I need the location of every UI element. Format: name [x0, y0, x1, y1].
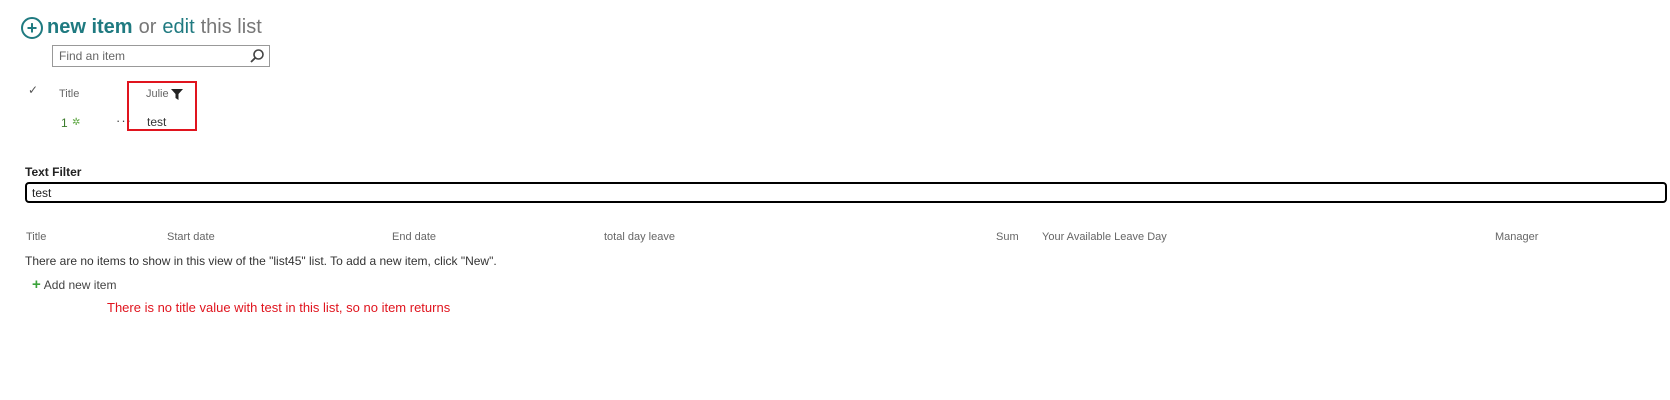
column-header-manager[interactable]: Manager [1495, 231, 1538, 243]
new-item-badge-icon: ✲ [72, 117, 81, 128]
column-header-available-leave[interactable]: Your Available Leave Day [1042, 231, 1167, 243]
text-filter-label: Text Filter [25, 165, 82, 179]
search-input[interactable] [53, 49, 248, 63]
column-header-title[interactable]: Title [59, 88, 79, 100]
add-new-item-label: Add new item [43, 278, 117, 292]
column-header-sum[interactable]: Sum [996, 231, 1019, 243]
select-all-checkmark[interactable]: ✓ [28, 83, 38, 97]
add-plus-icon: + [32, 276, 41, 293]
add-circle-icon[interactable]: + [21, 16, 43, 39]
highlight-box [127, 81, 197, 131]
new-item-bar: + new item or edit this list [21, 16, 262, 39]
search-box [52, 45, 270, 67]
or-text: or [138, 16, 157, 38]
new-item-link[interactable]: new item [47, 16, 133, 39]
annotation-note: There is no title value with test in thi… [107, 300, 451, 315]
text-filter-input[interactable] [27, 184, 1665, 202]
this-list-text: this list [200, 16, 262, 38]
add-new-item-link[interactable]: + Add new item [32, 276, 117, 293]
text-filter-box [25, 182, 1667, 203]
column-header-title-2[interactable]: Title [26, 231, 46, 243]
empty-list-message: There are no items to show in this view … [25, 254, 497, 268]
search-icon[interactable] [248, 47, 266, 65]
column-header-end-date[interactable]: End date [392, 231, 436, 243]
row-title-link[interactable]: 1 [61, 116, 68, 130]
column-header-total-day-leave[interactable]: total day leave [604, 231, 675, 243]
column-header-start-date[interactable]: Start date [167, 231, 215, 243]
edit-list-link[interactable]: edit [162, 16, 194, 39]
